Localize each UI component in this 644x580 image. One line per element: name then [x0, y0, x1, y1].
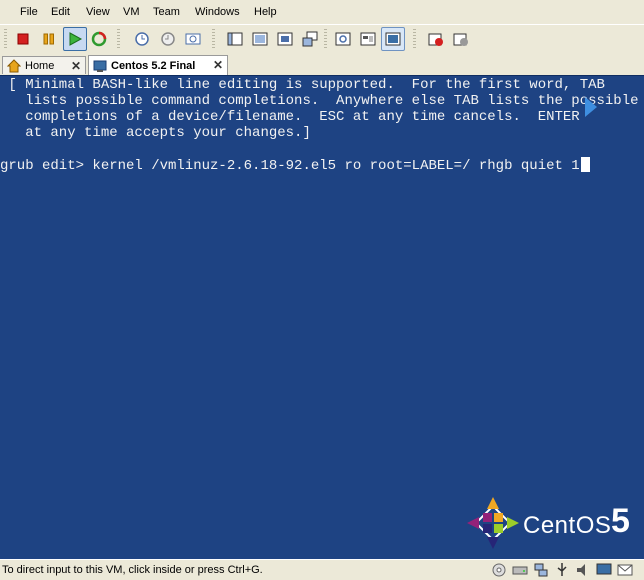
settings-button[interactable]	[449, 27, 473, 51]
hdd-icon[interactable]	[512, 562, 528, 578]
pause-button[interactable]	[37, 27, 61, 51]
play-icon	[69, 32, 83, 46]
vm-console[interactable]: [ Minimal BASH-like line editing is supp…	[0, 75, 644, 560]
stop-icon	[17, 33, 29, 45]
vm-icon	[93, 60, 107, 72]
toolbar-grip[interactable]	[212, 29, 215, 49]
usb-icon[interactable]	[554, 562, 570, 578]
snapshot-icon	[135, 32, 149, 46]
console-line: grub edit> kernel /vmlinuz-2.6.18-92.el5…	[0, 158, 580, 174]
sound-icon[interactable]	[575, 562, 591, 578]
cd-icon[interactable]	[491, 562, 507, 578]
tab-label: Home	[25, 59, 55, 72]
centos-logo-icon	[467, 497, 519, 549]
quick-switch-button[interactable]	[273, 27, 297, 51]
normal-view-icon	[227, 32, 243, 46]
close-icon[interactable]: ✕	[213, 58, 223, 72]
normal-view-button[interactable]	[223, 27, 247, 51]
reset-icon	[91, 31, 107, 47]
toolbar-grip[interactable]	[324, 29, 327, 49]
appliance-view-icon	[360, 32, 376, 46]
full-screen-button[interactable]	[248, 27, 272, 51]
capture-movie-icon	[428, 33, 443, 46]
terminal: [ Minimal BASH-like line editing is supp…	[0, 76, 639, 188]
summary-view-icon	[302, 31, 318, 47]
quick-switch-icon	[277, 32, 293, 46]
centos-logo-number: 5	[611, 502, 630, 540]
status-bar: To direct input to this VM, click inside…	[0, 559, 644, 580]
stop-button[interactable]	[11, 27, 35, 51]
console-line: lists possible command completions. Anyw…	[0, 93, 639, 109]
toolbar-grip[interactable]	[117, 29, 120, 49]
console-view-button[interactable]	[331, 27, 355, 51]
pause-icon	[43, 33, 54, 45]
menu-edit[interactable]: Edit	[51, 5, 70, 19]
tab-centos[interactable]: Centos 5.2 Final ✕	[88, 55, 228, 75]
capture-movie-button[interactable]	[424, 27, 448, 51]
tab-bar: Home ✕ Centos 5.2 Final ✕	[0, 53, 644, 75]
menu-windows[interactable]: Windows	[195, 5, 240, 19]
menu-team[interactable]: Team	[153, 5, 180, 19]
status-message: To direct input to this VM, click inside…	[2, 564, 263, 576]
display-icon[interactable]	[596, 562, 612, 578]
tab-home[interactable]: Home ✕	[2, 56, 86, 74]
revert-snapshot-button[interactable]	[156, 27, 180, 51]
menu-file[interactable]: File	[20, 5, 38, 19]
snapshot-button[interactable]	[130, 27, 154, 51]
reset-button[interactable]	[87, 27, 111, 51]
revert-snapshot-icon	[161, 32, 175, 46]
show-console-button[interactable]	[381, 27, 405, 51]
show-console-icon	[385, 32, 401, 46]
console-line: [ Minimal BASH-like line editing is supp…	[0, 77, 605, 93]
snapshot-manager-icon	[185, 33, 201, 45]
network-icon[interactable]	[533, 562, 549, 578]
centos-logo-text: CentOS	[523, 512, 612, 539]
home-icon	[7, 58, 21, 72]
close-icon[interactable]: ✕	[71, 59, 81, 73]
tab-label: Centos 5.2 Final	[111, 59, 196, 72]
full-screen-icon	[252, 32, 268, 46]
grub-edit-line: grub edit> kernel /vmlinuz-2.6.18-92.el5…	[0, 157, 590, 174]
play-marker-icon	[585, 97, 597, 117]
menu-bar: File Edit View VM Team Windows Help	[0, 0, 644, 24]
snapshot-manager-button[interactable]	[181, 27, 205, 51]
toolbar-grip[interactable]	[413, 29, 416, 49]
toolbar	[0, 24, 644, 54]
console-view-icon	[335, 32, 351, 46]
settings-icon	[453, 33, 468, 46]
menu-vm[interactable]: VM	[123, 5, 140, 19]
appliance-view-button[interactable]	[356, 27, 380, 51]
message-icon[interactable]	[617, 562, 633, 578]
toolbar-grip[interactable]	[4, 29, 7, 49]
menu-view[interactable]: View	[86, 5, 110, 19]
text-cursor	[580, 157, 590, 172]
console-line: completions of a device/filename. ESC at…	[0, 109, 580, 125]
menu-help[interactable]: Help	[254, 5, 277, 19]
summary-view-button[interactable]	[298, 27, 322, 51]
console-line: at any time accepts your changes.]	[0, 125, 311, 141]
play-button[interactable]	[63, 27, 87, 51]
